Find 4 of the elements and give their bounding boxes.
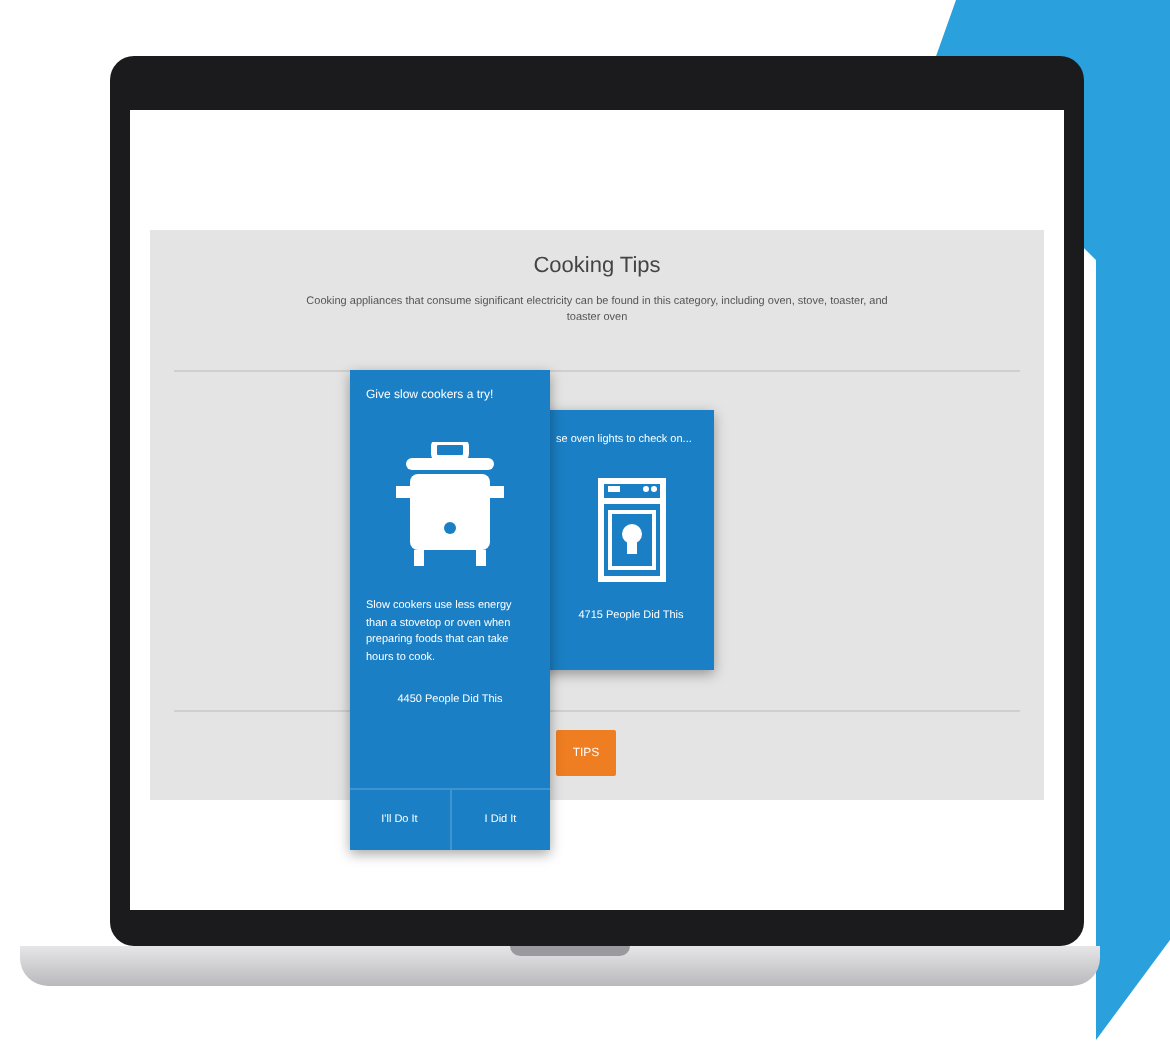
oven-lightbulb-icon: [597, 478, 665, 582]
slow-cooker-icon: [394, 442, 506, 570]
laptop-notch: [510, 946, 630, 956]
panel-title: Cooking Tips: [533, 254, 661, 278]
